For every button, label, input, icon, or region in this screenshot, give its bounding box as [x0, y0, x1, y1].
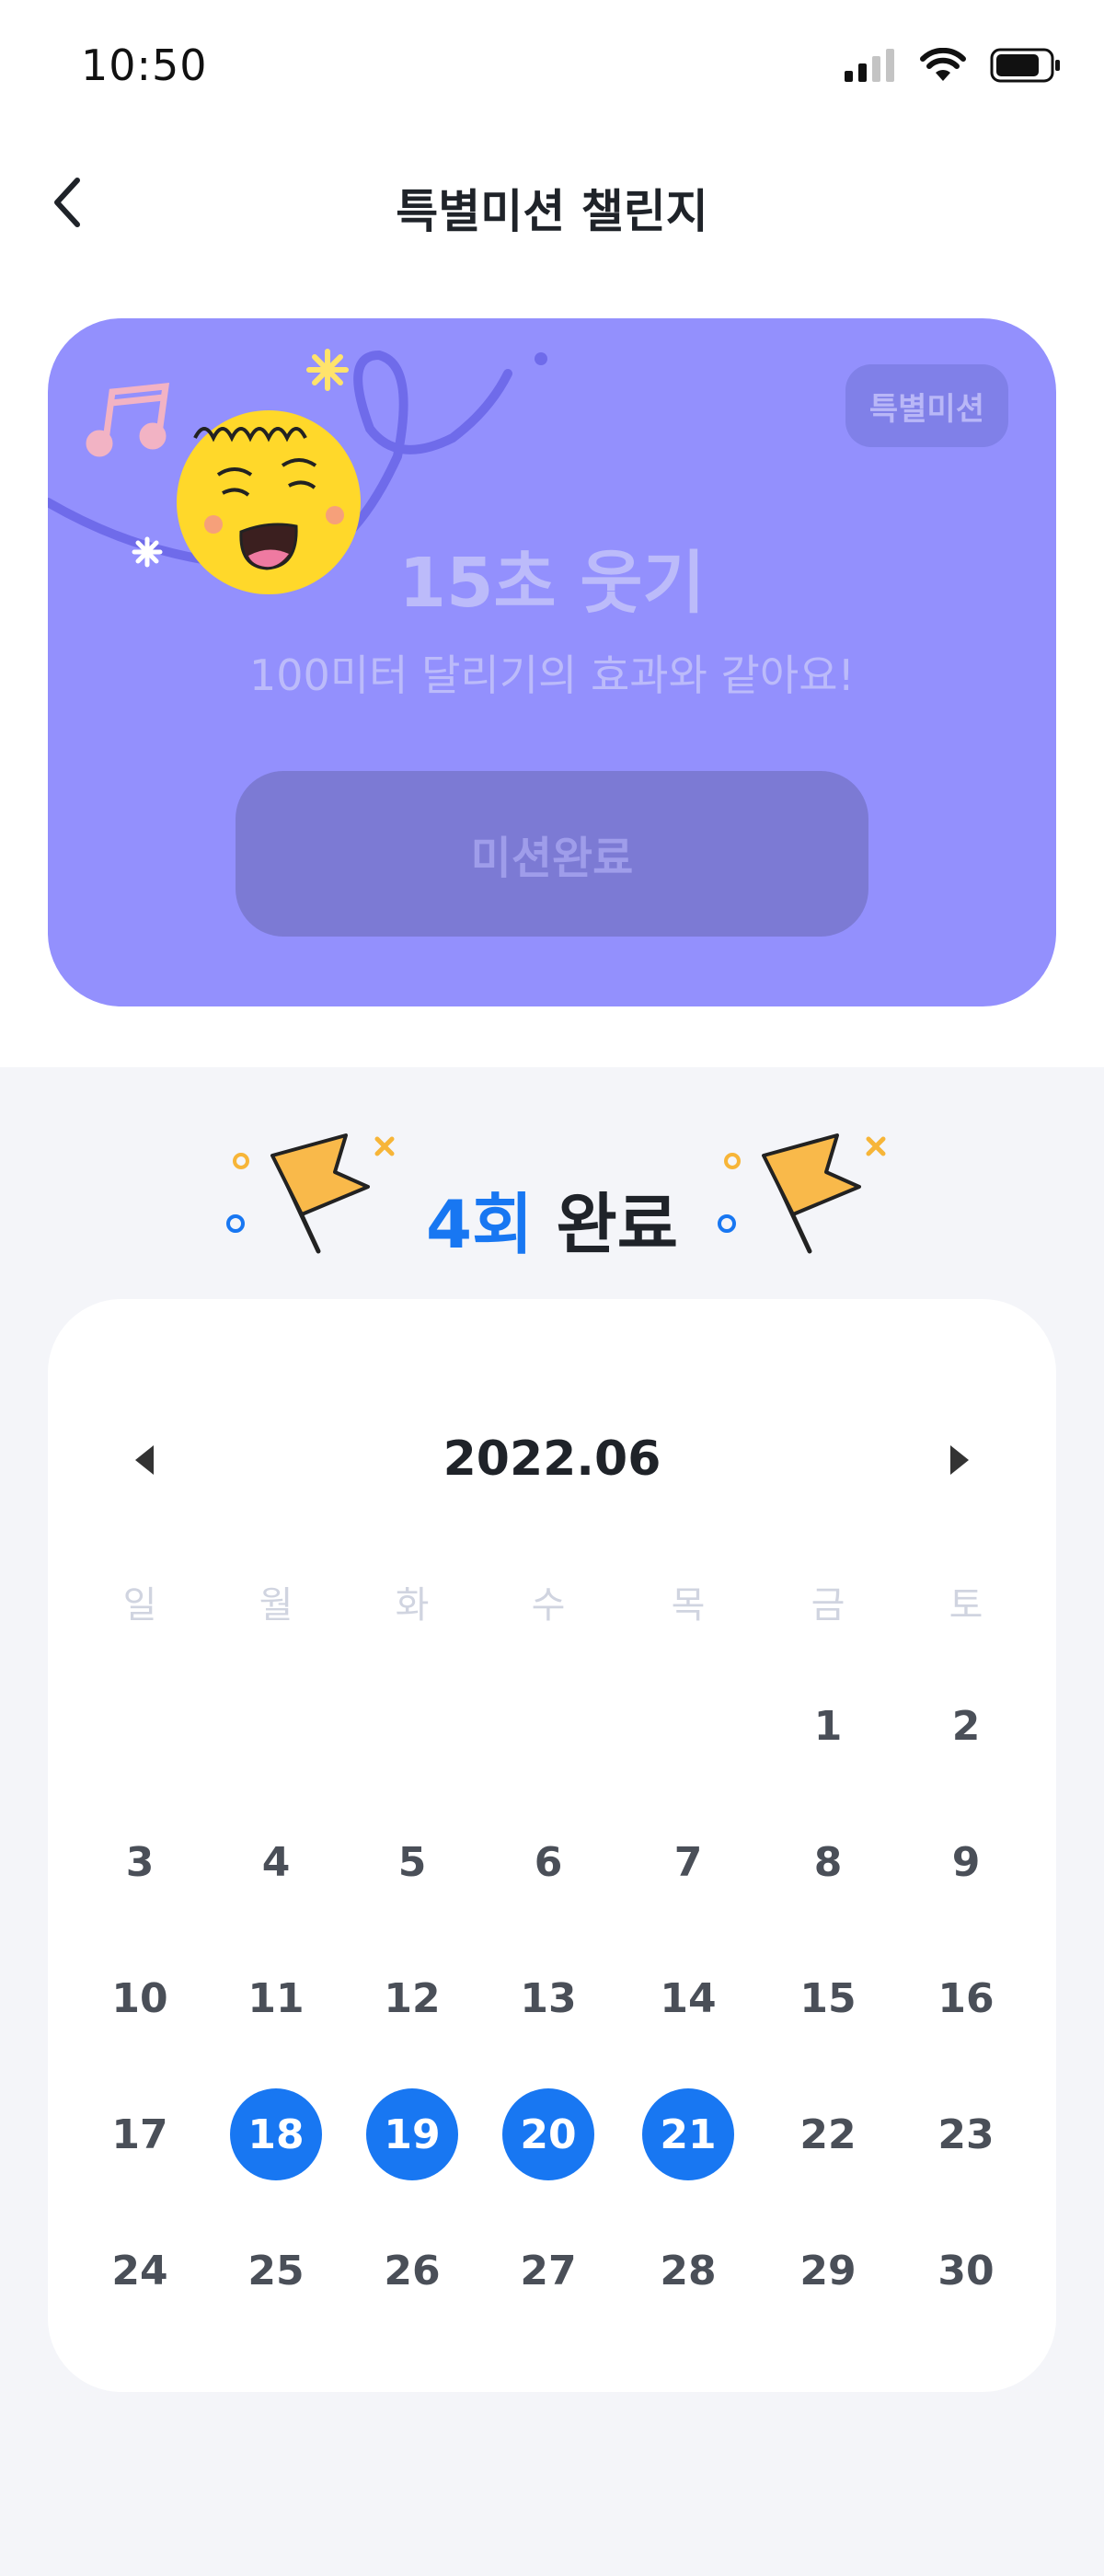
- music-note-icon: [86, 383, 170, 457]
- completion-count-label: 완료: [556, 1186, 678, 1263]
- calendar-day-completed[interactable]: 19: [366, 2088, 458, 2180]
- calendar-day[interactable]: 28: [642, 2225, 734, 2317]
- calendar-day[interactable]: 9: [920, 1816, 1012, 1908]
- calendar-card: 2022.06 일 월 화 수 목 금 토 1 2 3 4 5 6 7 8 9 10 11 12 13 1…: [48, 1299, 1056, 2392]
- month-label: 2022.06: [443, 1432, 661, 1487]
- calendar-day[interactable]: 25: [230, 2225, 322, 2317]
- calendar-day[interactable]: 5: [366, 1816, 458, 1908]
- mission-title: 15초 웃기: [398, 544, 706, 623]
- calendar-day-completed[interactable]: 18: [230, 2088, 322, 2180]
- sparkle-icon: [306, 349, 349, 391]
- header: 특별미션 챌린지: [0, 156, 1104, 248]
- calendar-day[interactable]: 22: [782, 2088, 874, 2180]
- calendar-day[interactable]: 1: [782, 1680, 874, 1772]
- calendar-day[interactable]: 2: [920, 1680, 1012, 1772]
- calendar-day[interactable]: 14: [642, 1952, 734, 2044]
- calendar-day[interactable]: 8: [782, 1816, 874, 1908]
- calendar-day[interactable]: 29: [782, 2225, 874, 2317]
- month-navigation: 2022.06: [48, 1419, 1056, 1501]
- weekday-sat: 토: [949, 1584, 983, 1627]
- status-bar: 10:50: [0, 0, 1104, 138]
- weekday-wed: 수: [531, 1584, 566, 1627]
- calendar-day[interactable]: 11: [230, 1952, 322, 2044]
- next-month-button[interactable]: [937, 1437, 983, 1483]
- calendar-day[interactable]: 15: [782, 1952, 874, 2044]
- calendar-day-completed[interactable]: 21: [642, 2088, 734, 2180]
- weekday-tue: 화: [395, 1584, 430, 1627]
- status-icons: [845, 48, 1062, 83]
- calendar-day[interactable]: 6: [502, 1816, 594, 1908]
- completion-count-number: 4회: [426, 1186, 534, 1263]
- calendar-day-completed[interactable]: 20: [502, 2088, 594, 2180]
- calendar-day[interactable]: 27: [502, 2225, 594, 2317]
- signal-icon: [845, 49, 894, 82]
- calendar-day[interactable]: 23: [920, 2088, 1012, 2180]
- weekday-sun: 일: [122, 1584, 157, 1627]
- weekday-thu: 목: [671, 1584, 706, 1627]
- calendar-day[interactable]: 26: [366, 2225, 458, 2317]
- calendar-day[interactable]: 17: [94, 2088, 186, 2180]
- calendar-day[interactable]: 12: [366, 1952, 458, 2044]
- battery-icon: [990, 48, 1060, 83]
- calendar-day[interactable]: 24: [94, 2225, 186, 2317]
- calendar-day[interactable]: 10: [94, 1952, 186, 2044]
- status-time: 10:50: [81, 40, 208, 90]
- mission-complete-button[interactable]: 미션완료: [236, 771, 868, 937]
- wifi-icon: [920, 48, 966, 81]
- mission-description: 100미터 달리기의 효과와 같아요!: [249, 650, 855, 700]
- calendar-day[interactable]: 30: [920, 2225, 1012, 2317]
- weekday-row: 일 월 화 수 목 금 토: [48, 1575, 1056, 1649]
- calendar-day[interactable]: 4: [230, 1816, 322, 1908]
- weekday-fri: 금: [811, 1584, 845, 1627]
- triangle-right-icon: [950, 1445, 969, 1475]
- mission-badge: 특별미션: [845, 364, 1008, 447]
- mission-card: 특별미션 15초 웃기 100미터 달리기의 효과와 같아요! 미션완료: [48, 318, 1056, 1006]
- weekday-mon: 월: [259, 1584, 293, 1627]
- calendar-day[interactable]: 16: [920, 1952, 1012, 2044]
- calendar-day[interactable]: 7: [642, 1816, 734, 1908]
- completion-count: 4회 완료: [0, 1170, 1104, 1267]
- completion-section: 4회 완료 2022.06 일 월 화 수 목 금 토 1 2 3 4 5 6 …: [0, 1067, 1104, 2576]
- calendar-day[interactable]: 3: [94, 1816, 186, 1908]
- calendar-day[interactable]: 13: [502, 1952, 594, 2044]
- page-title: 특별미션 챌린지: [396, 185, 708, 238]
